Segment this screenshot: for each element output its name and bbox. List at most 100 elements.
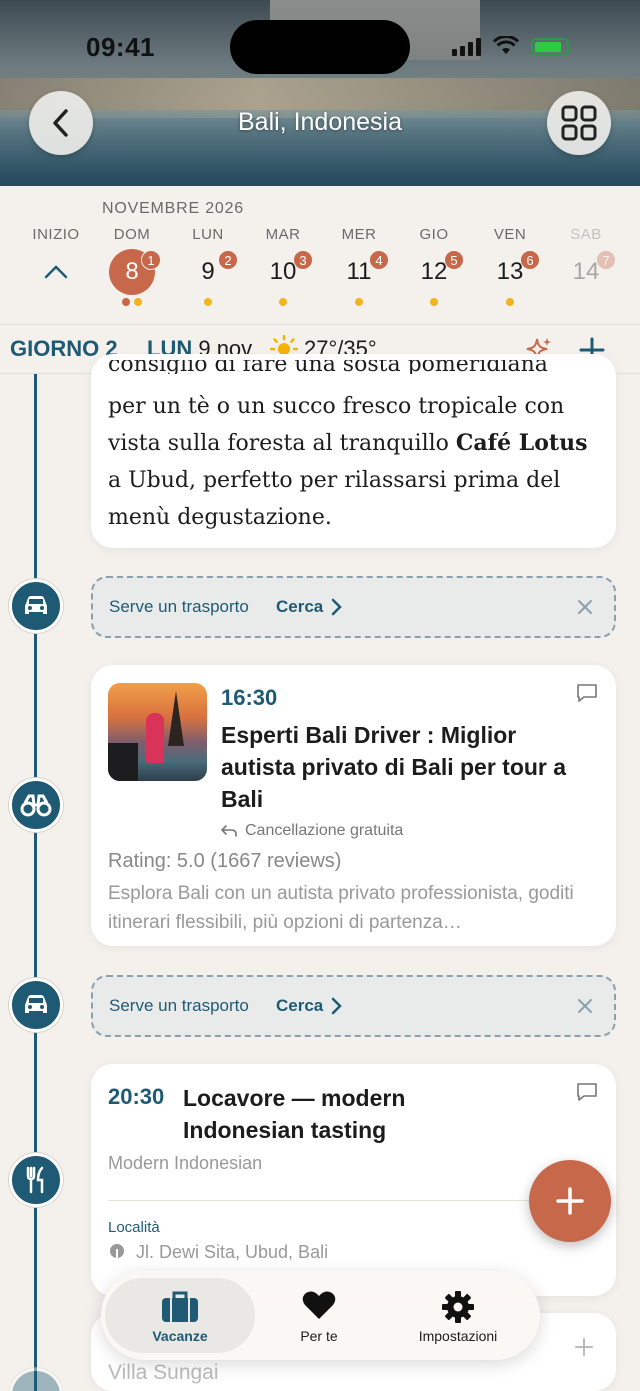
activity-title: Esperti Bali Driver : Miglior autista pr… [221,722,567,812]
restaurant-location[interactable]: Jl. Dewi Sita, Ubud, Bali [108,1242,328,1263]
calendar-day-9[interactable]: LUN 9 2 [173,226,243,310]
transport-label: Serve un trasporto [109,996,249,1015]
status-icons [452,36,569,56]
day-dots [324,298,394,310]
tab-impostazioni[interactable]: Impostazioni [388,1278,528,1353]
tab-per-te[interactable]: Per te [249,1278,389,1353]
restaurant-title: Locavore — modern Indonesian tasting [183,1085,406,1143]
pin-icon [110,1243,124,1261]
transport-label: Serve un trasporto [109,597,249,616]
note-line: a Ubud, perfetto per rilassarsi prima de… [108,468,561,493]
transport-suggestion[interactable]: Serve un trasporto Cerca [91,975,616,1037]
grid-view-button[interactable] [547,91,611,155]
calendar-day-12[interactable]: GIO 12 5 [399,226,469,310]
add-icon[interactable] [574,1337,594,1357]
activity-time: 16:30 [221,685,278,710]
tab-vacanze[interactable]: Vacanze [105,1278,255,1353]
day-dots [97,298,167,310]
chevron-right-icon [331,997,342,1015]
day-of-week: DOM [113,226,151,243]
comment-icon[interactable] [576,683,598,703]
plus-icon [556,1187,584,1215]
day-dots [399,298,469,310]
suitcase-icon [162,1291,198,1322]
day-badge: 3 [293,250,313,270]
day-dots [248,298,318,310]
day-badge: 7 [596,250,616,270]
day-of-week: VEN [493,226,527,243]
note-line: per un tè o un succo fresco tropicale co… [108,394,565,419]
cancellation-text: Cancellazione gratuita [245,822,404,839]
calendar-start[interactable]: INIZIO [21,226,91,296]
note-bold-place: Café Lotus [455,430,588,456]
car-icon [9,978,63,1032]
heart-icon [302,1291,336,1319]
note-line-text: vista sulla foresta al tranquillo [108,431,456,456]
cancellation-info: Cancellazione gratuita [221,822,403,840]
note-card[interactable]: consiglio di fare una sosta pomeridiana … [91,354,616,548]
close-icon[interactable] [576,598,594,616]
location-text: Jl. Dewi Sita, Ubud, Bali [136,1242,329,1262]
restaurant-cuisine: Modern Indonesian [108,1153,263,1173]
tab-label: Impostazioni [418,1328,498,1344]
day-of-week: SAB [570,226,602,243]
day-dots [475,298,545,310]
header-photo: 09:41 Bali, Indonesia [0,0,640,186]
day-dots [173,298,243,310]
add-item-button[interactable] [529,1160,611,1242]
day-badge: 6 [520,250,540,270]
calendar-day-14[interactable]: SAB 14 7 [551,226,621,296]
calendar-day-8[interactable]: DOM 8 1 [97,226,167,310]
accommodation-title: Villa Sungai [108,1361,219,1384]
trip-title: Bali, Indonesia [237,108,402,136]
note-text: per un tè o un succo fresco tropicale co… [108,388,603,536]
binoculars-icon [9,778,63,832]
calendar-day-11[interactable]: MER 11 4 [324,226,394,310]
fork-knife-icon [9,1153,63,1207]
day-badge: 1 [141,250,161,270]
building-icon [9,1368,63,1391]
tab-label: Vacanze [152,1328,208,1344]
car-icon [9,579,63,633]
gear-icon [442,1291,474,1323]
calendar-day-10[interactable]: MAR 10 3 [248,226,318,310]
transport-search-link[interactable]: Cerca [276,597,323,617]
close-icon[interactable] [576,997,594,1015]
day-of-week: GIO [419,226,449,243]
day-number: 9 [201,258,215,285]
status-time: 09:41 [86,32,155,62]
timeline-line [34,374,37,1391]
day-badge: 4 [369,250,389,270]
restaurant-time: 20:30 [108,1084,165,1109]
note-cut-line: consiglio di fare una sosta pomeridiana [108,360,548,374]
note-line: menù degustazione. [108,505,332,530]
chevron-up-icon [44,265,68,279]
tab-bar: Vacanze Per te Impostazioni [101,1271,540,1360]
day-number: 11 [346,258,372,285]
start-label: INIZIO [32,226,80,243]
note-line: vista sulla foresta al tranquillo Café L… [108,425,603,462]
day-of-week: LUN [192,226,224,243]
calendar-strip: NOVEMBRE 2026 INIZIO DOM 8 1 LUN 9 2 MAR… [0,186,640,324]
grid-icon [561,105,597,141]
location-label: Località [108,1219,160,1236]
day-of-week: MAR [265,226,301,243]
signal-icon [452,38,481,56]
day-badge: 5 [444,250,464,270]
calendar-day-13[interactable]: VEN 13 6 [475,226,545,310]
comment-icon[interactable] [576,1082,598,1102]
battery-icon [531,38,569,56]
chevron-right-icon [331,598,342,616]
month-label: NOVEMBRE 2026 [102,200,245,217]
activity-photo [108,683,207,781]
activity-description: Esplora Bali con un autista privato prof… [108,883,574,933]
transport-search-link[interactable]: Cerca [276,996,323,1016]
tab-label: Per te [300,1328,338,1344]
day-badge: 2 [218,250,238,270]
dynamic-island [230,20,410,74]
transport-suggestion[interactable]: Serve un trasporto Cerca [91,576,616,638]
activity-card[interactable]: 16:30 Esperti Bali Driver : Miglior auti… [91,665,616,946]
undo-icon [221,825,237,837]
wifi-icon [493,36,519,54]
activity-rating: Rating: 5.0 (1667 reviews) [108,850,342,872]
